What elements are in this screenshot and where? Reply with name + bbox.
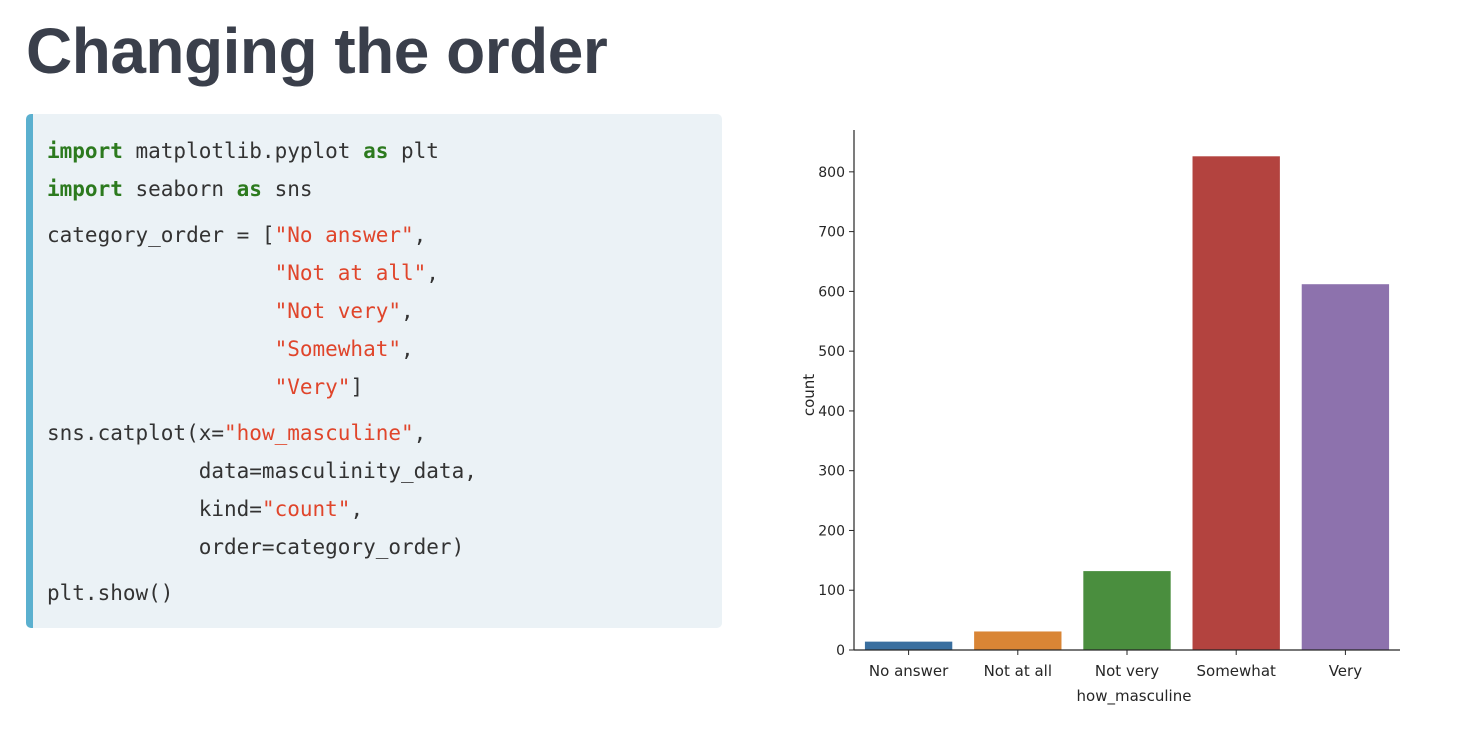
y-tick-label: 600 xyxy=(818,284,845,300)
code-keyword: as xyxy=(363,139,389,163)
code-line: kind="count", xyxy=(47,490,722,528)
code-text: sns xyxy=(261,177,313,201)
x-tick-label: Very xyxy=(1329,662,1362,680)
code-text: seaborn xyxy=(122,177,237,201)
y-tick-label: 300 xyxy=(818,464,845,480)
code-text: plt.show() xyxy=(47,581,174,605)
code-text: kind= xyxy=(47,497,262,521)
code-text: , xyxy=(350,497,364,521)
y-tick-label: 200 xyxy=(818,523,845,539)
y-tick-label: 800 xyxy=(818,165,845,181)
bar-no-answer xyxy=(864,641,953,650)
y-tick-label: 100 xyxy=(818,583,845,599)
bar-very xyxy=(1301,284,1390,650)
code-text: , xyxy=(413,421,427,445)
y-axis-ticks: 0 100 200 300 400 500 600 700 800 xyxy=(818,165,854,659)
y-tick-label: 0 xyxy=(836,643,845,659)
x-axis-label: how_masculine xyxy=(1077,687,1192,706)
code-text: , xyxy=(426,261,439,285)
code-line: category_order = ["No answer", xyxy=(47,216,722,254)
code-line: import matplotlib.pyplot as plt xyxy=(47,132,722,170)
code-text: plt xyxy=(388,139,439,163)
code-text: category_order = [ xyxy=(47,223,275,247)
y-tick-label: 500 xyxy=(818,344,845,360)
code-text: data=masculinity_data, xyxy=(47,459,477,483)
code-string: "Very" xyxy=(274,375,351,399)
code-string: "count" xyxy=(261,497,351,521)
code-line: "Very"] xyxy=(47,368,722,406)
code-string: "Not at all" xyxy=(274,261,427,285)
code-line: "Not very", xyxy=(47,292,722,330)
bar-chart: 0 100 200 300 400 500 600 700 800 No answer Not a… xyxy=(800,130,1400,706)
code-line: order=category_order) xyxy=(47,528,722,566)
code-line: import seaborn as sns xyxy=(47,170,722,208)
x-tick-label: Not very xyxy=(1095,662,1159,680)
bar-somewhat xyxy=(1192,156,1280,650)
code-line: data=masculinity_data, xyxy=(47,452,722,490)
code-string: "Somewhat" xyxy=(274,337,402,361)
code-line: "Not at all", xyxy=(47,254,722,292)
code-text: , xyxy=(401,299,414,323)
code-text: matplotlib.pyplot xyxy=(122,139,364,163)
y-axis-label: count xyxy=(800,374,818,416)
code-string: "Not very" xyxy=(274,299,402,323)
y-tick-label: 700 xyxy=(818,225,845,241)
code-keyword: import xyxy=(47,177,123,201)
y-tick-label: 400 xyxy=(818,404,845,420)
page-title: Changing the order xyxy=(26,15,608,87)
code-string: "how_masculine" xyxy=(224,421,414,445)
x-axis-ticks: No answer Not at all Not very Somewhat Very xyxy=(869,650,1362,680)
x-tick-label: No answer xyxy=(869,662,949,680)
bar-not-very xyxy=(1083,571,1171,650)
code-keyword: import xyxy=(47,139,123,163)
code-line: sns.catplot(x="how_masculine", xyxy=(47,414,722,452)
x-tick-label: Not at all xyxy=(984,662,1052,680)
code-keyword: as xyxy=(236,177,262,201)
code-text: , xyxy=(401,337,414,361)
bar-not-at-all xyxy=(974,631,1062,650)
code-text: ] xyxy=(350,375,364,399)
bars xyxy=(864,156,1390,650)
code-text: , xyxy=(413,223,427,247)
x-tick-label: Somewhat xyxy=(1197,662,1277,680)
code-line: plt.show() xyxy=(47,574,722,612)
code-block: import matplotlib.pyplot as plt import se… xyxy=(26,114,722,628)
code-text: sns.catplot(x= xyxy=(47,421,225,445)
code-string: "No answer" xyxy=(274,223,414,247)
code-text: order=category_order) xyxy=(47,535,465,559)
code-line: "Somewhat", xyxy=(47,330,722,368)
